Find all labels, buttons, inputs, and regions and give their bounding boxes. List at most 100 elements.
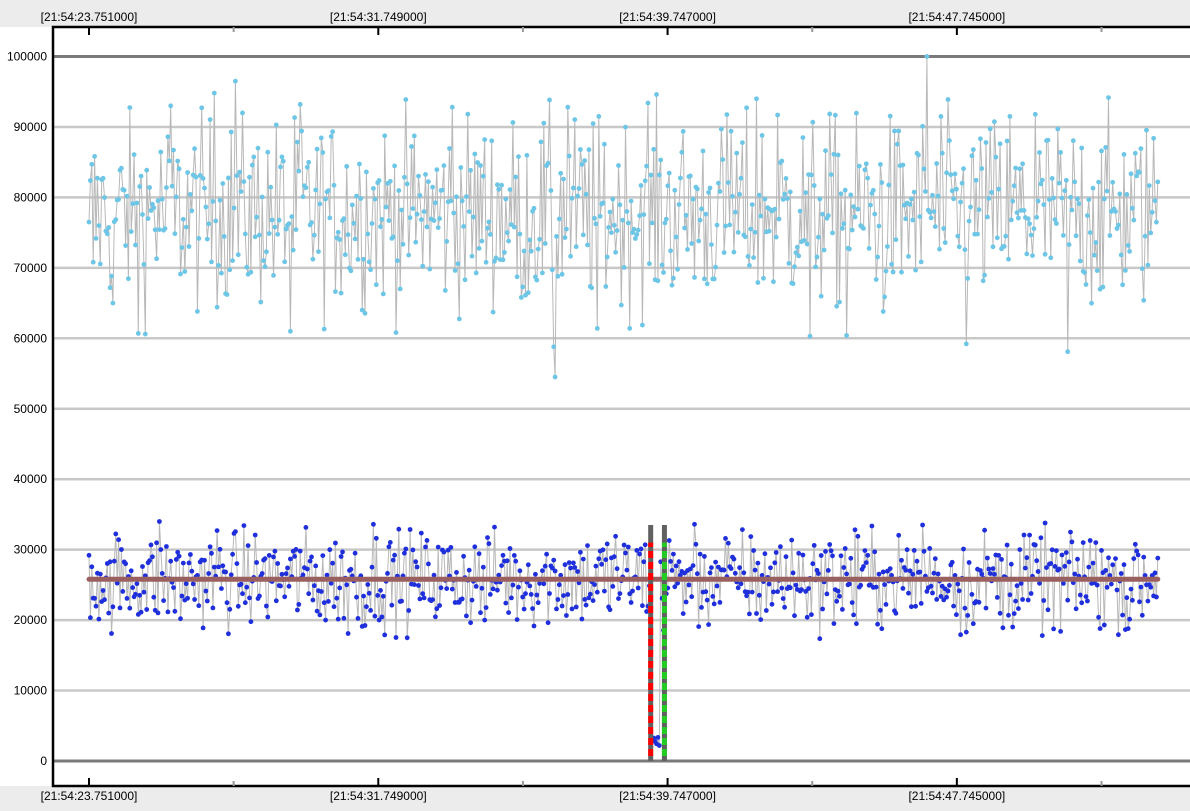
data-point [228, 572, 234, 578]
data-point [976, 207, 982, 213]
data-point [683, 212, 689, 218]
data-point [1075, 556, 1080, 562]
data-point [945, 97, 951, 102]
data-point [582, 597, 588, 602]
data-point [710, 594, 716, 599]
data-point [1020, 161, 1025, 167]
data-point [689, 594, 695, 600]
data-point [861, 564, 866, 569]
data-point [773, 550, 779, 555]
data-point [1146, 183, 1152, 189]
data-point [555, 597, 561, 602]
data-point [1154, 594, 1159, 600]
data-point [1045, 137, 1051, 143]
data-point [800, 552, 806, 558]
data-point [778, 544, 783, 550]
data-point [147, 185, 153, 190]
data-point [892, 128, 897, 134]
data-point [916, 152, 921, 158]
data-point [517, 231, 523, 237]
data-point [1004, 542, 1010, 548]
data-point [828, 172, 834, 178]
data-point [1014, 583, 1020, 589]
data-point [327, 547, 333, 553]
data-point [985, 555, 990, 561]
data-point [1025, 597, 1031, 603]
data-point [637, 551, 642, 557]
data-point [345, 631, 351, 636]
data-point [713, 559, 718, 565]
data-point [875, 254, 880, 260]
data-point [625, 220, 631, 226]
data-point [1070, 138, 1076, 144]
data-point [727, 222, 733, 228]
data-point [621, 542, 627, 548]
data-point [1152, 198, 1158, 204]
data-point [513, 174, 519, 180]
data-point [578, 147, 583, 152]
data-point [459, 198, 465, 204]
data-point [921, 548, 927, 554]
data-point [903, 216, 909, 222]
data-point [257, 593, 262, 599]
data-point [383, 204, 389, 210]
data-point [1007, 114, 1013, 119]
data-point [514, 617, 520, 622]
data-point [583, 602, 589, 608]
data-point [179, 593, 185, 599]
data-point [226, 175, 231, 181]
data-point [600, 200, 606, 206]
data-point [737, 565, 742, 571]
data-point [880, 569, 886, 575]
data-point [734, 150, 740, 156]
data-point [1103, 145, 1109, 150]
data-point [321, 326, 327, 332]
data-point [613, 249, 618, 255]
data-point [900, 162, 906, 168]
data-point [930, 590, 935, 596]
data-point [496, 186, 502, 192]
data-point [240, 110, 245, 116]
data-point [266, 231, 272, 236]
data-point [945, 588, 951, 594]
data-point [168, 103, 174, 109]
data-point [617, 591, 623, 596]
data-point [994, 235, 1000, 241]
data-point [437, 216, 442, 222]
data-point [440, 187, 445, 193]
data-point [554, 234, 559, 239]
data-point [882, 582, 887, 587]
data-point [963, 341, 969, 347]
data-point [323, 196, 328, 202]
data-point [1145, 262, 1151, 268]
data-point [956, 588, 962, 594]
data-point [810, 119, 816, 125]
data-point [879, 180, 885, 186]
data-point [516, 584, 521, 590]
data-point [525, 562, 531, 568]
data-point [279, 571, 285, 577]
data-point [651, 146, 657, 152]
data-point [596, 556, 602, 562]
data-point [299, 128, 304, 134]
data-point [471, 214, 476, 220]
data-point [151, 594, 157, 600]
data-point [762, 551, 768, 557]
data-point [1047, 197, 1052, 203]
data-point [873, 584, 879, 590]
data-point [694, 186, 700, 192]
data-point [924, 54, 930, 59]
data-point [740, 140, 745, 146]
data-point [935, 193, 941, 199]
data-point [1077, 258, 1083, 264]
data-point [1037, 150, 1042, 155]
data-point [330, 129, 335, 135]
data-point [468, 620, 473, 626]
data-point [914, 558, 920, 564]
data-point [159, 196, 165, 202]
data-point [783, 554, 789, 560]
data-point [219, 586, 224, 591]
data-point [948, 172, 954, 178]
y-tick-label: 60000 [14, 331, 48, 345]
data-point [907, 202, 913, 207]
